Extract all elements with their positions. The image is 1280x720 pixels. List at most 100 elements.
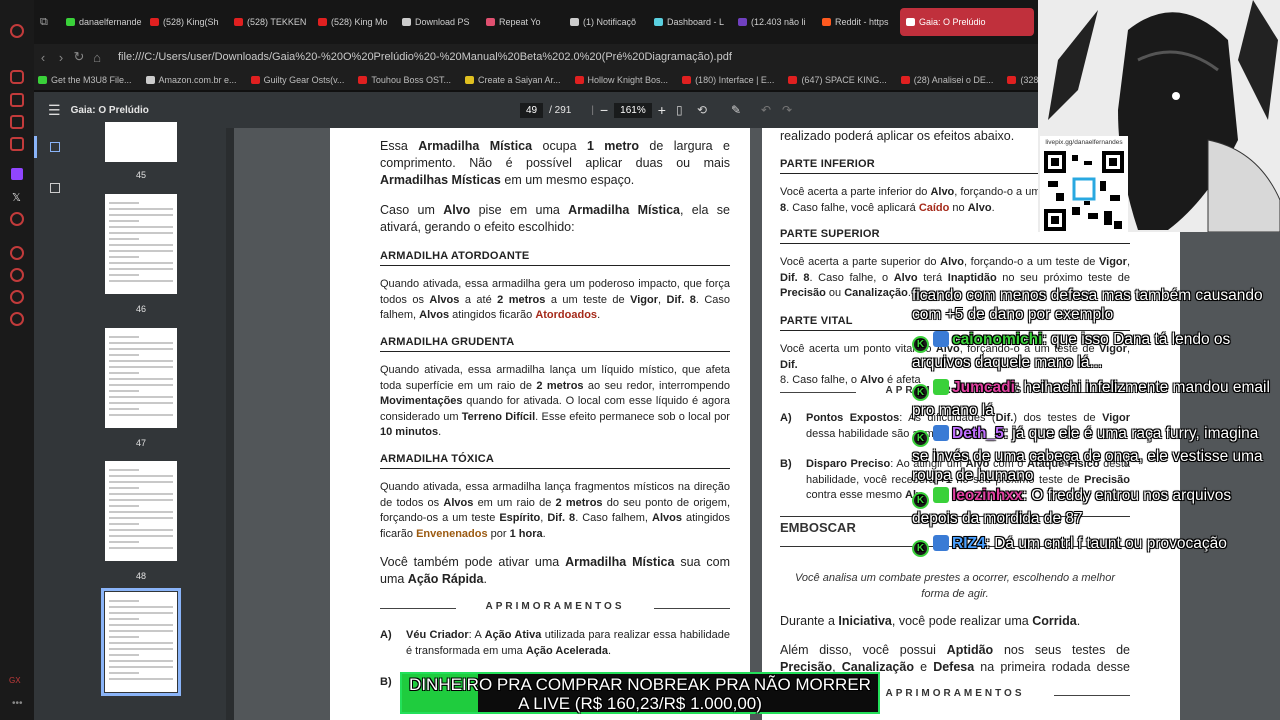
back-icon[interactable]: ‹ — [34, 50, 52, 65]
chat-message: ficando com menos defesa mas também caus… — [912, 286, 1272, 324]
rail-indicator — [34, 136, 37, 158]
bookmark-label: Create a Saiyan Ar... — [477, 75, 561, 85]
browser-tab[interactable]: Repeat Yo — [480, 8, 562, 36]
page-thumbnail[interactable] — [105, 194, 177, 294]
bookmark-label: (28) Analisei o DE... — [913, 75, 994, 85]
page-thumbnail[interactable] — [101, 588, 181, 696]
browser-tab[interactable]: (528) TEKKEN — [228, 8, 310, 36]
zoom-out-icon[interactable]: − — [600, 102, 608, 118]
url-field[interactable]: file:///C:/Users/user/Downloads/Gaia%20-… — [118, 51, 732, 63]
opera-logo-icon[interactable] — [10, 24, 24, 38]
thumbnail-text-line — [109, 244, 173, 246]
zoom-in-icon[interactable]: + — [658, 102, 666, 118]
chat-message: K RIZ4: Dá um cntrl f taunt ou provocação — [912, 534, 1272, 557]
browser-tab[interactable]: Dashboard - L — [648, 8, 730, 36]
page-number-input[interactable]: 49 — [520, 102, 544, 118]
chat-username: Jumcadi — [952, 379, 1015, 396]
redo-icon[interactable]: ↷ — [782, 103, 792, 117]
thumbnail-text-line — [109, 606, 173, 608]
fit-page-icon[interactable]: ▯ — [676, 103, 683, 117]
tab-favicon-icon — [150, 18, 159, 26]
page-thumbnail[interactable] — [105, 328, 177, 428]
tab-label: (528) TEKKEN — [247, 17, 307, 27]
bookmark-favicon-icon — [788, 76, 798, 84]
browser-tab[interactable]: (12.403 não li — [732, 8, 814, 36]
tab-label: Repeat Yo — [499, 17, 541, 27]
kick-badge-icon: K — [912, 492, 929, 509]
messenger-icon[interactable] — [10, 115, 24, 129]
page-thumbnail[interactable] — [105, 122, 177, 162]
twitch-icon[interactable] — [11, 168, 23, 180]
x-icon[interactable]: 𝕏 — [12, 191, 21, 204]
thumbnail-text-line — [109, 469, 139, 471]
chat-username: leozinhxx — [952, 487, 1023, 504]
thumbnail-text-line — [109, 226, 173, 228]
paragraph: Quando ativada, essa armadilha gera um p… — [380, 278, 731, 321]
browser-tab[interactable]: Download PS — [396, 8, 478, 36]
thumbnail-text-line — [109, 274, 139, 276]
settings-icon[interactable] — [10, 312, 24, 326]
thumbnail-text-line — [109, 475, 173, 477]
tab-favicon-icon — [822, 18, 831, 26]
bookmark-item[interactable]: Hollow Knight Bos... — [574, 75, 668, 85]
bookmark-item[interactable]: (28) Analisei o DE... — [900, 75, 994, 85]
thumbnail-text-line — [109, 250, 173, 252]
bookmark-label: (647) SPACE KING... — [801, 75, 887, 85]
gx-icon[interactable]: GX — [9, 676, 21, 685]
thumbnail-text-line — [109, 511, 173, 513]
thumbnail-text-line — [109, 390, 139, 392]
browser-tab[interactable]: (1) Notificaçõ — [564, 8, 646, 36]
qr-code-icon — [1044, 151, 1124, 231]
hamburger-menu-icon[interactable]: ☰ — [48, 102, 61, 119]
outline-icon[interactable] — [50, 183, 60, 193]
zoom-input[interactable]: 161% — [614, 102, 652, 118]
thumbnail-text-line — [109, 672, 139, 674]
browser-tab[interactable]: (528) King Mo — [312, 8, 394, 36]
pdf-title: Gaia: O Prelúdio — [70, 104, 149, 116]
tiktok-icon[interactable] — [10, 212, 24, 226]
thumbnail-page-number: 46 — [135, 304, 146, 314]
undo-icon[interactable]: ↶ — [761, 103, 771, 117]
forward-icon[interactable]: › — [52, 50, 70, 65]
reload-icon[interactable]: ↻ — [70, 49, 88, 65]
history-icon[interactable] — [10, 268, 24, 282]
thumbnail-scrollbar[interactable] — [226, 128, 234, 720]
rotate-icon[interactable]: ⟲ — [697, 103, 707, 117]
more-icon[interactable]: ••• — [12, 698, 23, 709]
thumbnail-text-line — [109, 541, 139, 543]
crypto-wallet-icon[interactable] — [10, 93, 24, 107]
player-icon[interactable] — [10, 246, 24, 260]
extensions-icon[interactable] — [10, 290, 24, 304]
browser-tab[interactable]: danaelfernande — [60, 8, 142, 36]
home-icon[interactable]: ⌂ — [88, 50, 106, 65]
chat-message: K Deth_5: já que ele é uma raça furry, im… — [912, 424, 1272, 485]
bookmark-item[interactable]: (647) SPACE KING... — [788, 75, 887, 85]
bookmark-item[interactable]: (180) Interface | E... — [682, 75, 774, 85]
browser-tab[interactable]: Reddit - https — [816, 8, 898, 36]
annotate-icon[interactable]: ✎ — [731, 103, 741, 117]
page-thumbnail[interactable] — [105, 461, 177, 561]
tab-menu-icon[interactable]: ⧉ — [40, 16, 60, 29]
bookmark-favicon-icon — [682, 76, 692, 84]
thumbnails-icon[interactable] — [50, 142, 60, 152]
instagram-icon[interactable] — [10, 137, 24, 151]
browser-tab[interactable]: Gaia: O Prelúdio — [900, 8, 1034, 36]
pdf-sidebar-rail — [34, 128, 76, 720]
chat-text: ficando com menos defesa mas também caus… — [912, 287, 1263, 323]
thumbnail-text-line — [109, 600, 139, 602]
thumbnail-text-line — [109, 414, 173, 416]
bookmark-item[interactable]: Amazon.com.br e... — [145, 75, 237, 85]
browser-tab[interactable]: (528) King(Sh — [144, 8, 226, 36]
bookmark-item[interactable]: Touhou Boss OST... — [358, 75, 451, 85]
paragraph: Durante a Iniciativa, você pode realizar… — [780, 614, 1081, 628]
aria-icon[interactable] — [10, 70, 24, 84]
qr-label: livepix.gg/danaelfernandes — [1045, 139, 1123, 146]
thumbnail-text-line — [109, 238, 139, 240]
tabs: danaelfernande (528) King(Sh (528) TEKKEN (… — [60, 8, 1118, 36]
thumbnail-text-line — [109, 360, 173, 362]
bookmark-item[interactable]: Get the M3U8 File... — [38, 75, 132, 85]
thumbnail-text-line — [109, 636, 139, 638]
bookmark-item[interactable]: Guilty Gear Osts(v... — [250, 75, 344, 85]
bookmark-item[interactable]: Create a Saiyan Ar... — [464, 75, 561, 85]
thumbnail-text-line — [109, 268, 173, 270]
